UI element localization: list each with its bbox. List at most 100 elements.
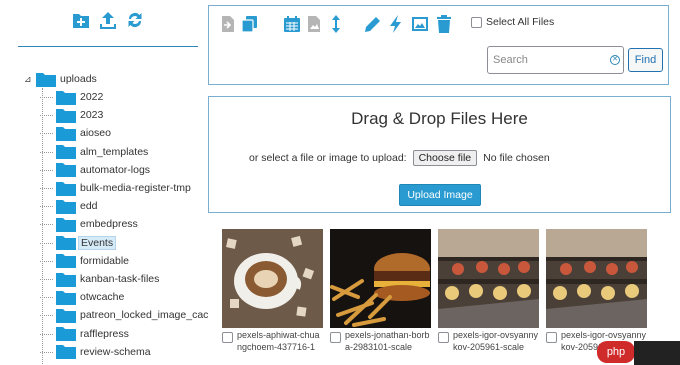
- drop-zone[interactable]: Drag & Drop Files Here or select a file …: [208, 96, 671, 213]
- select-all-label: Select All Files: [486, 16, 555, 28]
- copy-file-icon[interactable]: [219, 14, 237, 34]
- add-folder-icon[interactable]: [72, 10, 90, 30]
- file-caption: pexels-jonathan-borba-2983101-scale: [330, 330, 431, 354]
- select-all-files[interactable]: Select All Files: [471, 16, 554, 28]
- folder-icon: [56, 163, 76, 178]
- folder-icon: [56, 126, 76, 141]
- find-button[interactable]: Find: [628, 48, 663, 72]
- folder-toolbar: [72, 10, 144, 30]
- search-field: ✕: [487, 46, 624, 74]
- file-checkbox[interactable]: [438, 332, 449, 343]
- file-card[interactable]: pexels-jonathan-borba-2983101-scale: [330, 229, 431, 354]
- folder-icon: [56, 254, 76, 269]
- file-caption: pexels-igor-ovsyannykov-205961-scale: [438, 330, 539, 354]
- edit-group: [363, 14, 453, 34]
- copy-group: [219, 14, 259, 34]
- tree-folder-item[interactable]: alm_templates: [40, 143, 150, 161]
- tree-folder-item[interactable]: automator-logs: [40, 161, 152, 179]
- tree-label: otwcache: [80, 291, 125, 304]
- folder-icon: [56, 181, 76, 196]
- tree-connector: [40, 297, 53, 299]
- tree-connector: [40, 115, 53, 117]
- file-checkbox[interactable]: [222, 332, 233, 343]
- folder-icon: [56, 199, 76, 214]
- tree-connector: [42, 88, 43, 365]
- tree-connector: [40, 151, 53, 153]
- pencil-icon[interactable]: [363, 14, 381, 34]
- tree-label: bulk-media-register-tmp: [80, 182, 191, 194]
- tree-label: patreon_locked_image_cache: [80, 309, 208, 322]
- tree-connector: [40, 260, 53, 262]
- corner-overlay: [634, 341, 680, 365]
- tree-folder-item[interactable]: bulk-media-register-tmp: [40, 179, 193, 197]
- buffet-photo[interactable]: [438, 229, 539, 328]
- tree-label: review-schema: [80, 345, 151, 358]
- tree-folder-item[interactable]: formidable: [40, 252, 131, 270]
- burger-photo[interactable]: [330, 229, 431, 328]
- tree-folder-item[interactable]: Events: [40, 234, 117, 252]
- tree-folder-item[interactable]: 2022: [40, 88, 105, 106]
- tree-folder-item[interactable]: review-schema: [40, 343, 153, 361]
- tree-folder-item[interactable]: rafflepress: [40, 325, 131, 343]
- tree-folder-item[interactable]: kanban-task-files: [40, 270, 161, 288]
- tree-connector: [40, 333, 53, 335]
- coffee-photo[interactable]: [222, 229, 323, 328]
- tree-label: 2023: [80, 109, 104, 122]
- tree-label: automator-logs: [80, 163, 151, 176]
- folder-icon: [56, 236, 76, 251]
- search-input[interactable]: [488, 47, 603, 73]
- duplicate-icon[interactable]: [241, 14, 259, 34]
- choose-file-button[interactable]: Choose file: [412, 150, 478, 166]
- folder-icon: [56, 308, 76, 323]
- tree-label: aioseo: [80, 127, 111, 140]
- folder-tree: ⊿ uploads 2022 2023 aioseo alm_templatesaut…: [22, 68, 208, 365]
- sort-icon[interactable]: [327, 14, 345, 34]
- calendar-icon[interactable]: [283, 14, 301, 34]
- folder-icon: [56, 272, 76, 287]
- file-name: pexels-jonathan-borba-2983101-scale: [345, 330, 430, 352]
- file-name: pexels-igor-ovsyannykov-205961-scale: [453, 330, 539, 352]
- tree-label: embedpress: [80, 218, 138, 231]
- file-card[interactable]: pexels-igor-ovsyannykov-205961-scale: [546, 229, 647, 354]
- refresh-icon[interactable]: [126, 10, 144, 30]
- upload-image-button[interactable]: Upload Image: [399, 184, 481, 206]
- bolt-icon[interactable]: [387, 14, 405, 34]
- folder-icon: [56, 145, 76, 160]
- folder-open-icon: [36, 72, 56, 87]
- image-file-icon[interactable]: [305, 14, 323, 34]
- tree-root-uploads[interactable]: ⊿ uploads: [24, 70, 99, 88]
- upload-prompt: or select a file or image to upload:: [249, 152, 407, 164]
- tree-folder-item[interactable]: aioseo: [40, 124, 113, 142]
- file-caption: pexels-aphiwat-chuangchoem-437716-1: [222, 330, 323, 354]
- file-card[interactable]: pexels-aphiwat-chuangchoem-437716-1: [222, 229, 323, 354]
- tree-folder-item[interactable]: patreon_locked_image_cache: [40, 306, 208, 324]
- tree-label: uploads: [60, 73, 97, 85]
- file-checkbox[interactable]: [330, 332, 341, 343]
- tree-connector: [40, 133, 53, 135]
- tree-label: formidable: [80, 254, 130, 267]
- file-checkbox[interactable]: [546, 332, 557, 343]
- clear-search-icon[interactable]: ✕: [610, 55, 620, 65]
- tree-divider: [18, 46, 198, 47]
- tree-connector: [40, 224, 53, 226]
- folder-icon: [56, 345, 76, 360]
- picture-icon[interactable]: [411, 14, 429, 34]
- tree-folder-item[interactable]: edd: [40, 197, 100, 215]
- folder-icon: [56, 217, 76, 232]
- tree-connector: [40, 97, 53, 98]
- folder-icon: [56, 327, 76, 342]
- buffet-photo[interactable]: [546, 229, 647, 328]
- tree-folder-item[interactable]: otwcache: [40, 288, 126, 306]
- folder-icon: [56, 290, 76, 305]
- tree-label: 2022: [80, 91, 104, 103]
- folder-icon: [56, 108, 76, 123]
- tree-connector: [40, 169, 53, 171]
- upload-icon[interactable]: [99, 10, 117, 30]
- tree-folder-item[interactable]: 2023: [40, 106, 105, 124]
- collapse-toggle-icon[interactable]: ⊿: [24, 74, 32, 85]
- drop-zone-title: Drag & Drop Files Here: [351, 109, 528, 128]
- trash-icon[interactable]: [435, 14, 453, 34]
- file-card[interactable]: pexels-igor-ovsyannykov-205961-scale: [438, 229, 539, 354]
- select-all-checkbox[interactable]: [471, 16, 482, 28]
- tree-folder-item[interactable]: embedpress: [40, 215, 140, 233]
